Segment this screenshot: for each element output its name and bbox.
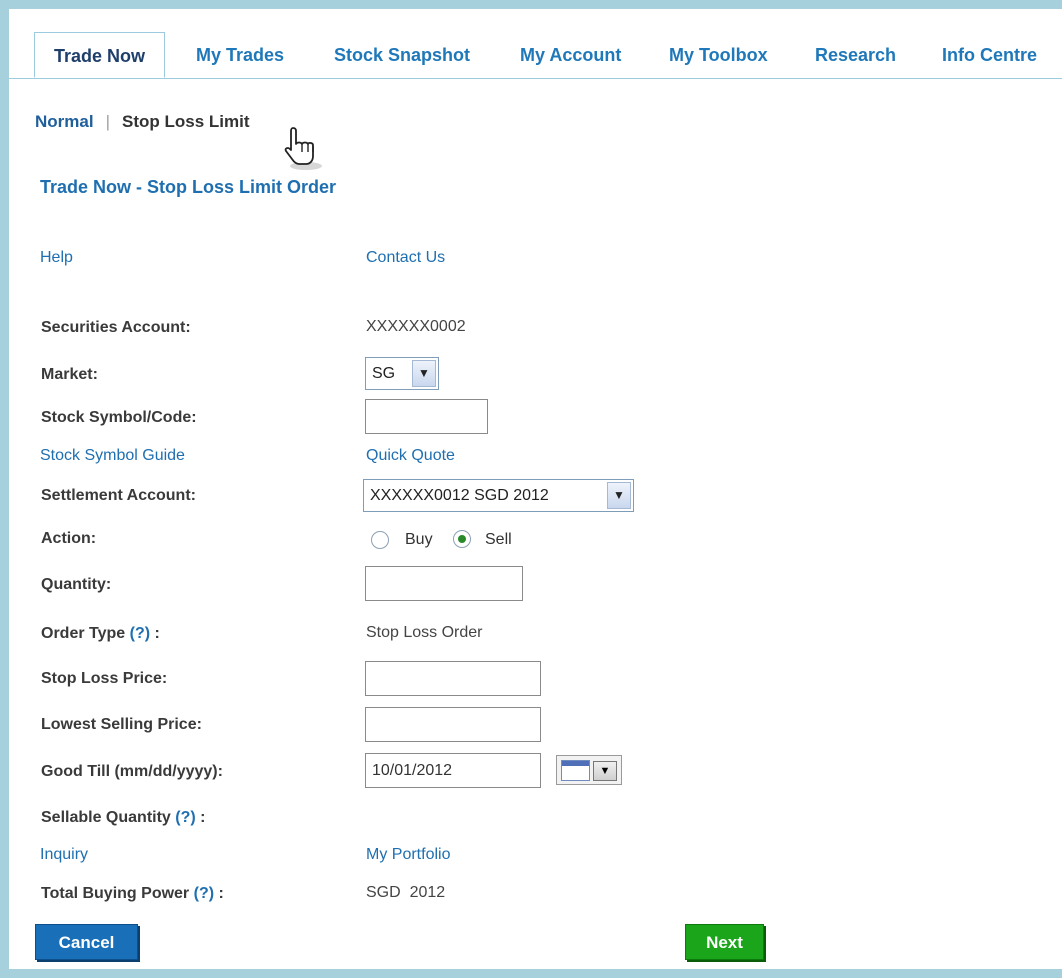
cancel-button[interactable]: Cancel bbox=[35, 924, 138, 960]
sellable-quantity-help-link[interactable]: (?) bbox=[175, 809, 195, 826]
total-buying-power-label: Total Buying Power (?) : bbox=[41, 885, 224, 903]
securities-account-label: Securities Account: bbox=[41, 319, 191, 336]
good-till-input[interactable]: 10/01/2012 bbox=[365, 753, 541, 788]
order-type-colon: : bbox=[154, 625, 160, 642]
tab-my-toolbox[interactable]: My Toolbox bbox=[669, 32, 768, 78]
next-button[interactable]: Next bbox=[685, 924, 764, 960]
stop-loss-price-input[interactable] bbox=[365, 661, 541, 696]
subnav-stop-loss-limit[interactable]: Stop Loss Limit bbox=[122, 112, 250, 131]
order-type-help-link[interactable]: (?) bbox=[130, 625, 150, 642]
chevron-down-icon: ▼ bbox=[593, 761, 617, 781]
good-till-label: Good Till (mm/dd/yyyy): bbox=[41, 763, 223, 780]
tab-info-centre[interactable]: Info Centre bbox=[942, 32, 1037, 78]
stock-symbol-label: Stock Symbol/Code: bbox=[41, 409, 197, 426]
hand-cursor-icon bbox=[284, 127, 322, 170]
securities-account-value: XXXXXX0002 bbox=[366, 318, 466, 335]
help-link[interactable]: Help bbox=[40, 249, 73, 267]
order-type-label-text: Order Type bbox=[41, 625, 126, 642]
tab-research[interactable]: Research bbox=[815, 32, 896, 78]
tab-my-account[interactable]: My Account bbox=[520, 32, 621, 78]
lowest-selling-price-label: Lowest Selling Price: bbox=[41, 716, 202, 733]
action-label: Action: bbox=[41, 530, 97, 547]
subnav-normal[interactable]: Normal bbox=[35, 112, 94, 131]
order-type-label: Order Type (?) : bbox=[41, 625, 160, 643]
order-type-value: Stop Loss Order bbox=[366, 624, 483, 641]
my-portfolio-link[interactable]: My Portfolio bbox=[366, 846, 450, 864]
calendar-icon bbox=[561, 760, 590, 781]
tab-my-trades[interactable]: My Trades bbox=[196, 32, 284, 78]
calendar-picker-button[interactable]: ▼ bbox=[556, 755, 622, 785]
stock-symbol-input[interactable] bbox=[365, 399, 488, 434]
chevron-down-icon: ▼ bbox=[412, 360, 436, 387]
market-selected-value: SG bbox=[372, 365, 396, 382]
settlement-account-label: Settlement Account: bbox=[41, 487, 196, 504]
market-select[interactable]: SG ▼ bbox=[365, 357, 439, 390]
stop-loss-price-label: Stop Loss Price: bbox=[41, 670, 168, 687]
total-buying-power-value: SGD 2012 bbox=[366, 884, 446, 901]
lowest-selling-price-input[interactable] bbox=[365, 707, 541, 742]
sellable-quantity-label: Sellable Quantity (?) : bbox=[41, 809, 205, 827]
subnav-separator: | bbox=[105, 112, 110, 131]
tab-trade-now[interactable]: Trade Now bbox=[34, 32, 166, 78]
buy-radio-label: Buy bbox=[405, 531, 433, 548]
sellable-quantity-colon: : bbox=[200, 809, 206, 826]
buy-radio[interactable] bbox=[371, 531, 389, 549]
sell-radio[interactable] bbox=[453, 530, 471, 548]
main-tab-bar: Trade Now My Trades Stock Snapshot My Ac… bbox=[9, 32, 1062, 79]
contact-us-link[interactable]: Contact Us bbox=[366, 249, 445, 267]
sellable-quantity-label-text: Sellable Quantity bbox=[41, 809, 171, 826]
sell-radio-label: Sell bbox=[485, 531, 512, 548]
chevron-down-icon: ▼ bbox=[607, 482, 631, 509]
total-buying-power-label-text: Total Buying Power bbox=[41, 885, 190, 902]
quick-quote-link[interactable]: Quick Quote bbox=[366, 447, 455, 465]
order-type-subnav: Normal | Stop Loss Limit bbox=[35, 112, 250, 132]
settlement-account-select[interactable]: XXXXXX0012 SGD 2012 ▼ bbox=[363, 479, 634, 512]
stock-symbol-guide-link[interactable]: Stock Symbol Guide bbox=[40, 447, 185, 465]
quantity-input[interactable] bbox=[365, 566, 523, 601]
quantity-label: Quantity: bbox=[41, 576, 112, 593]
tab-stock-snapshot[interactable]: Stock Snapshot bbox=[334, 32, 470, 78]
page-title: Trade Now - Stop Loss Limit Order bbox=[40, 177, 337, 197]
market-label: Market: bbox=[41, 366, 98, 383]
inquiry-link[interactable]: Inquiry bbox=[40, 846, 88, 864]
total-buying-power-help-link[interactable]: (?) bbox=[194, 885, 214, 902]
total-buying-power-colon: : bbox=[218, 885, 224, 902]
settlement-account-selected-value: XXXXXX0012 SGD 2012 bbox=[370, 487, 549, 504]
